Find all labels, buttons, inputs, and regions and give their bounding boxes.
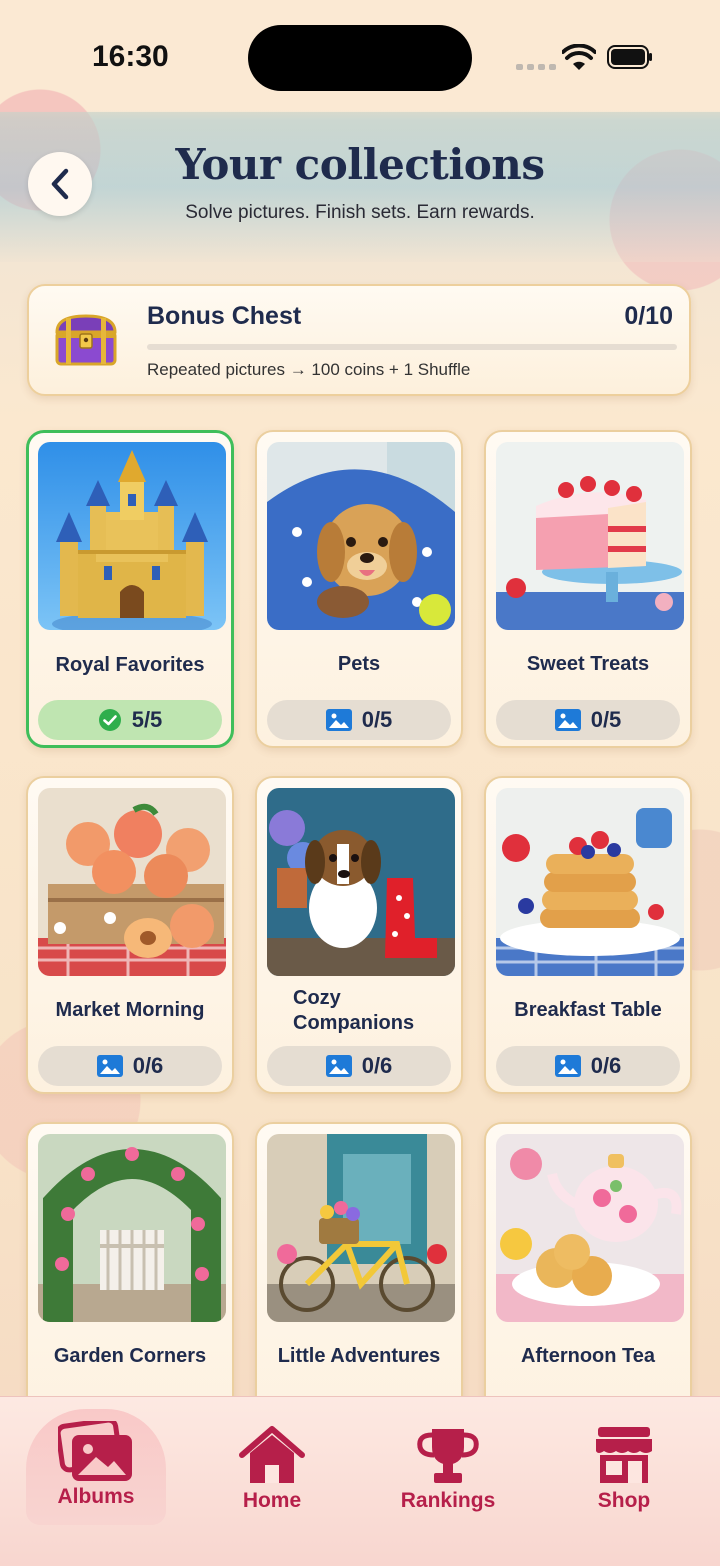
bonus-chest-title: Bonus Chest <box>147 302 302 330</box>
nav-item-shop[interactable]: Shop <box>554 1413 694 1523</box>
bottom-nav: Albums Home Rankings Shop <box>0 1396 720 1566</box>
album-name: Garden Corners <box>53 1345 207 1367</box>
rose-arch-gate-image <box>38 1134 226 1322</box>
album-thumbnail <box>496 1134 684 1322</box>
album-card-cozy-companions[interactable]: Cozy Companions 0/6 <box>255 776 463 1094</box>
nav-label: Rankings <box>400 1489 496 1512</box>
teapot-cookies-image <box>496 1134 684 1322</box>
page-title: Your collections <box>175 140 545 189</box>
album-thumbnail <box>38 788 226 976</box>
album-name: Royal Favorites <box>55 654 205 676</box>
dynamic-island <box>248 25 472 91</box>
shop-icon <box>596 1427 652 1483</box>
album-progress-count: 0/6 <box>590 1053 622 1078</box>
album-card-little-adventures[interactable]: Little Adventures <box>255 1122 463 1440</box>
nav-label: Home <box>242 1489 302 1512</box>
albums-icon <box>58 1421 132 1481</box>
trophy-icon <box>417 1429 479 1483</box>
strawberry-cake-image <box>496 442 684 630</box>
album-progress-pill: 0/6 <box>267 1046 451 1086</box>
album-card-market-morning[interactable]: Market Morning 0/6 <box>26 776 234 1094</box>
album-progress-count: 5/5 <box>131 707 163 732</box>
picture-icon <box>554 1055 581 1077</box>
wifi-icon <box>562 44 596 70</box>
album-thumbnail <box>267 1134 455 1322</box>
page-subtitle: Solve pictures. Finish sets. Earn reward… <box>185 202 535 223</box>
pancakes-image <box>496 788 684 976</box>
yellow-bicycle-image <box>267 1134 455 1322</box>
nav-label: Albums <box>57 1485 135 1508</box>
album-name: Market Morning <box>55 999 205 1021</box>
home-icon <box>239 1426 305 1483</box>
bonus-chest-card[interactable]: Bonus Chest 0/10 Repeated pictures → 100… <box>27 284 691 396</box>
album-card-garden-corners[interactable]: Garden Corners <box>26 1122 234 1440</box>
album-card-sweet-treats[interactable]: Sweet Treats 0/5 <box>484 430 692 748</box>
album-name: Pets <box>337 653 381 675</box>
album-progress-count: 0/6 <box>132 1053 164 1078</box>
album-name: Sweet Treats <box>526 653 650 675</box>
album-card-royal-favorites[interactable]: Royal Favorites 5/5 <box>26 430 234 748</box>
nav-item-home[interactable]: Home <box>202 1413 342 1523</box>
album-thumbnail <box>38 442 226 630</box>
check-circle-icon <box>98 709 121 731</box>
album-card-afternoon-tea[interactable]: Afternoon Tea <box>484 1122 692 1440</box>
album-progress-count: 0/6 <box>361 1053 393 1078</box>
picture-icon <box>96 1055 123 1077</box>
picture-icon <box>554 709 581 731</box>
picture-icon <box>325 1055 352 1077</box>
nav-item-albums[interactable]: Albums <box>26 1409 166 1525</box>
album-progress-count: 0/5 <box>361 707 393 732</box>
album-thumbnail <box>496 442 684 630</box>
nav-label: Shop <box>597 1489 651 1512</box>
bonus-chest-count: 0/10 <box>624 302 673 330</box>
album-progress-pill: 0/6 <box>38 1046 222 1086</box>
album-progress-pill: 0/5 <box>496 700 680 740</box>
album-name: Little Adventures <box>277 1345 441 1367</box>
album-thumbnail <box>38 1134 226 1322</box>
album-progress-pill: 0/6 <box>496 1046 680 1086</box>
album-thumbnail <box>267 442 455 630</box>
puppy-blanket-image <box>267 442 455 630</box>
beagle-boots-image <box>267 788 455 976</box>
castle-image <box>38 442 226 630</box>
bonus-chest-progress-bar <box>147 344 677 350</box>
treasure-chest-icon <box>55 314 117 366</box>
picture-icon <box>325 709 352 731</box>
album-card-breakfast-table[interactable]: Breakfast Table 0/6 <box>484 776 692 1094</box>
status-time: 16:30 <box>92 40 169 73</box>
album-thumbnail <box>267 788 455 976</box>
album-progress-pill: 0/5 <box>267 700 451 740</box>
bonus-chest-description: Repeated pictures → 100 coins + 1 Shuffl… <box>147 360 471 379</box>
peaches-image <box>38 788 226 976</box>
album-card-pets[interactable]: Pets 0/5 <box>255 430 463 748</box>
album-name: Afternoon Tea <box>520 1345 656 1367</box>
album-thumbnail <box>496 788 684 976</box>
album-progress-pill: 5/5 <box>38 700 222 740</box>
album-name: Breakfast Table <box>514 999 662 1021</box>
nav-item-rankings[interactable]: Rankings <box>378 1413 518 1523</box>
cellular-signal-icon <box>516 64 556 70</box>
album-name: Cozy Companions <box>293 987 415 1034</box>
battery-icon <box>607 45 652 69</box>
album-progress-count: 0/5 <box>590 707 622 732</box>
